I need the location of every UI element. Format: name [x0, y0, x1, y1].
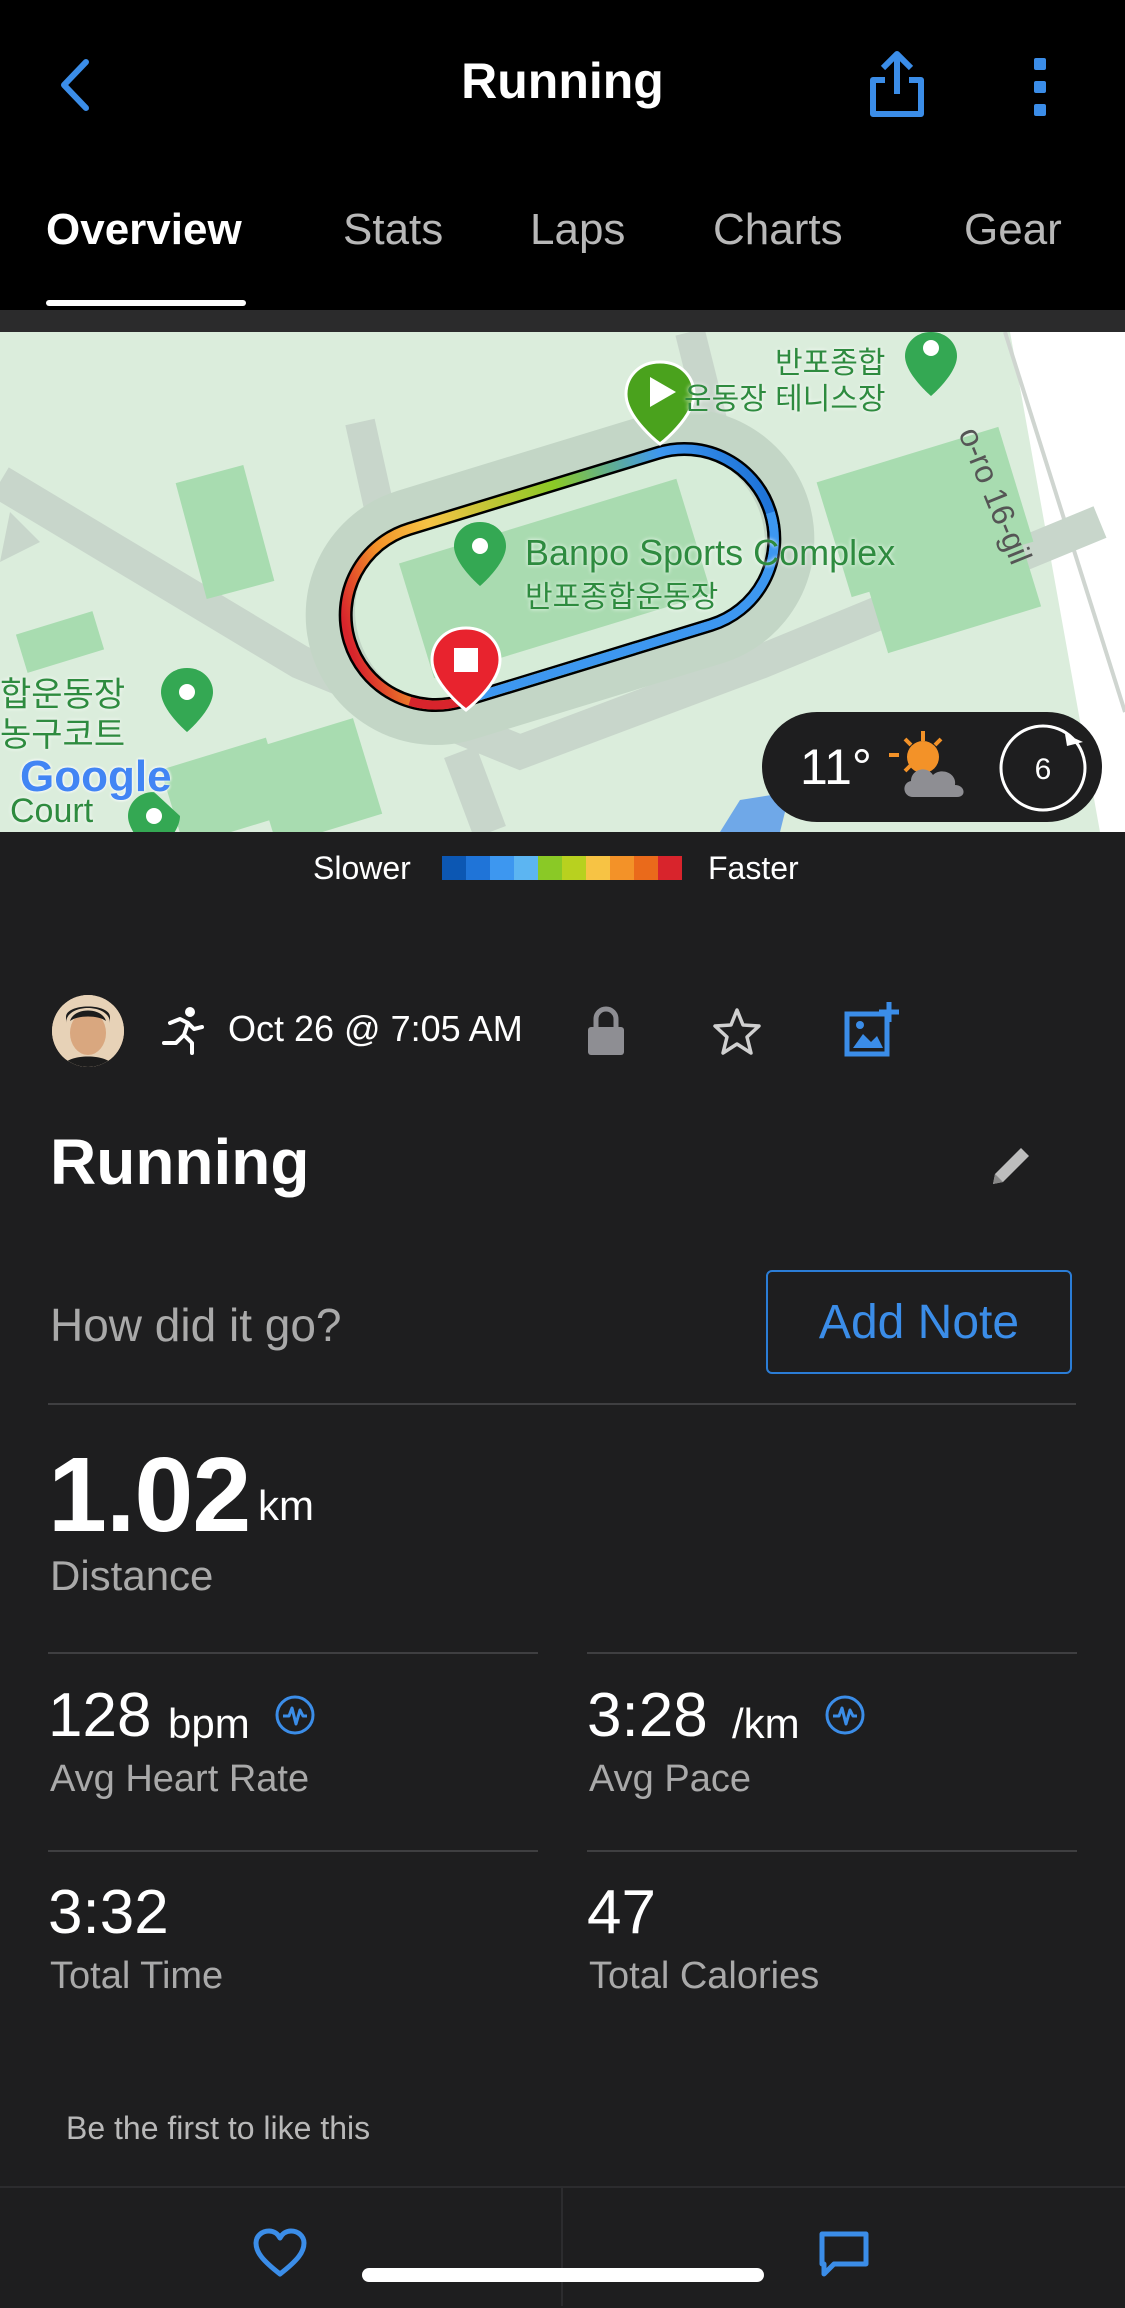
pace-swatch: [634, 856, 658, 880]
legend-faster-label: Faster: [708, 850, 799, 886]
temperature: 11°: [800, 739, 872, 795]
pace-swatch: [538, 856, 562, 880]
pace-swatch: [562, 856, 586, 880]
divider: [0, 310, 1125, 332]
add-photo-icon[interactable]: [843, 1000, 901, 1058]
activity-name: Running: [50, 1126, 310, 1198]
top-app-bar: [0, 0, 1125, 310]
distance-value: 1.02: [48, 1436, 251, 1554]
tab-stats[interactable]: Stats: [343, 205, 443, 255]
note-prompt: How did it go?: [50, 1299, 342, 1351]
pace-swatch: [490, 856, 514, 880]
likes-text: Be the first to like this: [66, 2110, 371, 2146]
distance-unit: km: [258, 1482, 314, 1529]
total-calories-label: Total Calories: [589, 1955, 820, 1997]
divider: [48, 1403, 1076, 1405]
divider: [561, 2186, 563, 2306]
divider: [48, 1652, 538, 1654]
tab-charts[interactable]: Charts: [713, 205, 843, 255]
avatar[interactable]: [52, 995, 124, 1067]
avg-pace-value: 3:28: [587, 1681, 708, 1750]
pace-color-scale: [442, 856, 682, 880]
distance-label: Distance: [50, 1552, 214, 1599]
tab-laps[interactable]: Laps: [530, 205, 625, 255]
divider: [587, 1850, 1077, 1852]
pace-swatch: [466, 856, 490, 880]
pace-sensor-icon: [824, 1694, 866, 1736]
avg-pace-unit: /km: [732, 1700, 800, 1747]
wind-speed: 6: [1034, 753, 1052, 786]
avg-pace-label: Avg Pace: [589, 1758, 751, 1800]
share-icon[interactable]: [865, 50, 929, 120]
divider: [587, 1652, 1077, 1654]
partly-cloudy-sun-icon: [885, 727, 981, 807]
heart-rate-sensor-icon: [274, 1694, 316, 1736]
pace-swatch: [514, 856, 538, 880]
divider: [48, 1850, 538, 1852]
total-time-value: 3:32: [48, 1878, 169, 1947]
pace-swatch: [658, 856, 682, 880]
tab-gear[interactable]: Gear: [964, 205, 1062, 255]
google-logo: Google: [20, 752, 172, 801]
active-tab-indicator: [46, 300, 246, 306]
pace-swatch: [610, 856, 634, 880]
map-left-label-2: 농구코트: [0, 716, 126, 754]
pace-swatch: [442, 856, 466, 880]
add-note-button[interactable]: Add Note: [766, 1270, 1072, 1374]
comment-icon[interactable]: [816, 2228, 872, 2280]
star-icon[interactable]: [710, 1005, 764, 1059]
legend-slower-label: Slower: [313, 850, 411, 886]
lock-icon[interactable]: [584, 1005, 628, 1059]
total-time-label: Total Time: [50, 1955, 224, 1997]
like-heart-icon[interactable]: [252, 2228, 308, 2280]
edit-pencil-icon[interactable]: [985, 1140, 1037, 1192]
route-map[interactable]: Banpo Sports Complex 반포종합운동장 반포종합 운동장 테니…: [0, 332, 1125, 832]
avg-heart-rate-unit: bpm: [168, 1700, 250, 1747]
map-tennis-label-2: 운동장 테니스장: [684, 383, 886, 416]
avg-heart-rate-label: Avg Heart Rate: [50, 1758, 310, 1800]
tab-overview[interactable]: Overview: [46, 205, 242, 255]
avg-heart-rate-value: 128: [48, 1681, 152, 1750]
total-calories-value: 47: [587, 1878, 656, 1947]
home-indicator: [362, 2268, 764, 2282]
pace-swatch: [586, 856, 610, 880]
activity-datetime: Oct 26 @ 7:05 AM: [228, 1008, 523, 1049]
running-person-icon: [158, 1005, 206, 1057]
map-poi-label-ko: 반포종합운동장: [525, 581, 719, 614]
map-poi-label-en: Banpo Sports Complex: [525, 532, 896, 573]
more-vertical-icon[interactable]: [1020, 52, 1060, 122]
page-title: Running: [461, 53, 664, 109]
